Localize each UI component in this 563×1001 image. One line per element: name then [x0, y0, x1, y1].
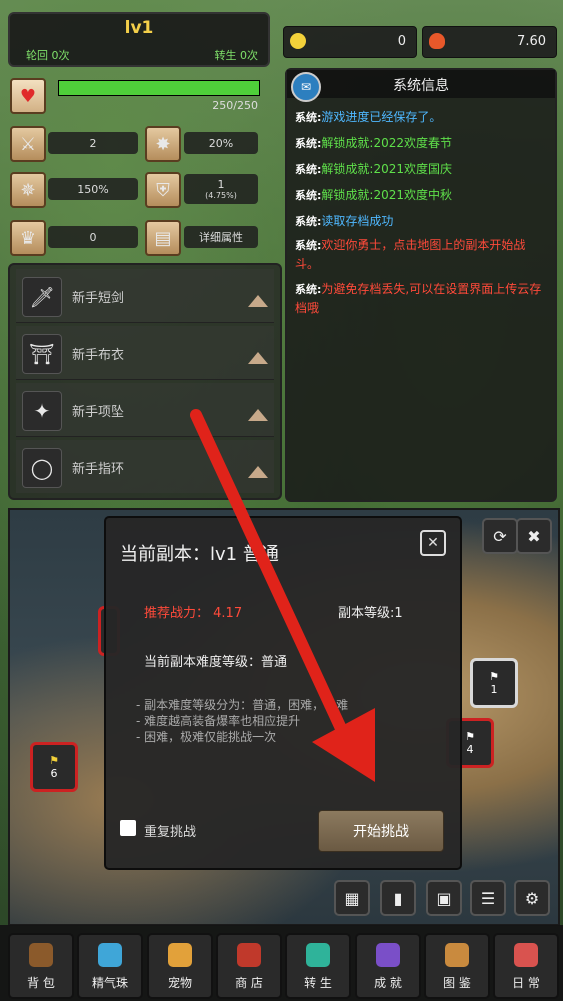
reincarnation-count: 轮回 0次: [26, 49, 70, 62]
upgrade-arrow-icon[interactable]: [248, 466, 268, 478]
armor-icon: ⛩: [22, 334, 62, 374]
sliders-icon[interactable]: ☰: [470, 880, 506, 916]
nav-shop[interactable]: 商 店: [216, 933, 282, 999]
dungeon-level: 副本等级:1: [338, 606, 403, 621]
crit-damage-value: 150%: [48, 178, 138, 200]
dungeon-dialog: 当前副本：lv1 普通 ✕ 推荐战力： 4.17 副本等级:1 当前副本难度等级…: [104, 516, 462, 870]
note-line: - 副本难度等级分为：普通，困难，极难: [136, 698, 349, 712]
rebirth-icon: [306, 943, 330, 967]
upgrade-arrow-icon[interactable]: [248, 295, 268, 307]
luck-icon[interactable]: ♛: [10, 220, 46, 256]
repeat-label: 重复挑战: [144, 825, 197, 840]
pendant-icon: ✦: [22, 391, 62, 431]
note-line: - 困难，极难仅能挑战一次: [136, 730, 277, 744]
recommended-power: 推荐战力： 4.17: [144, 606, 243, 621]
equipment-name: 新手指环: [72, 462, 125, 477]
fire-bar: 7.60: [422, 26, 557, 58]
difficulty-text: 当前副本难度等级：普通: [144, 655, 288, 670]
crit-damage-icon[interactable]: ✵: [10, 172, 46, 208]
system-message: 系统:游戏进度已经保存了。: [295, 110, 442, 124]
note-line: - 难度越高装备爆率也相应提升: [136, 714, 301, 728]
book-icon[interactable]: ▤: [145, 220, 181, 256]
equipment-slot-weapon[interactable]: 🗡 新手短剑: [16, 269, 274, 323]
hp-text: 250/250: [212, 99, 258, 112]
heart-icon: ♥: [10, 78, 46, 114]
crit-value: 20%: [184, 132, 258, 154]
equipment-slot-armor[interactable]: ⛩ 新手布衣: [16, 326, 274, 380]
system-message: 系统:欢迎你勇士，点击地图上的副本开始战斗。: [295, 238, 526, 271]
defense-value: 1 (4.75%): [184, 174, 258, 204]
upgrade-arrow-icon[interactable]: [248, 409, 268, 421]
flag-icon: ⚑: [49, 754, 59, 767]
repeat-checkbox[interactable]: [120, 820, 136, 836]
gold-bar: 0: [283, 26, 417, 58]
defense-main: 1: [217, 178, 225, 191]
level-panel: lv1 轮回 0次 转生 0次: [8, 12, 270, 67]
hp-fill: [59, 81, 259, 95]
system-info-title: 系统信息: [393, 78, 449, 94]
system-message: 系统:解锁成就:2021欢度中秋: [295, 188, 452, 202]
coin-icon: [290, 33, 306, 49]
nav-daily[interactable]: 日 常: [493, 933, 559, 999]
gold-value: 0: [397, 34, 406, 49]
equipment-slot-ring[interactable]: ◯ 新手指环: [16, 440, 274, 493]
defense-percent: (4.75%): [205, 191, 237, 200]
equipment-slot-pendant[interactable]: ✦ 新手项坠: [16, 383, 274, 437]
system-message: 系统:读取存档成功: [295, 214, 394, 228]
daily-icon: [514, 943, 538, 967]
nav-bag[interactable]: 背 包: [8, 933, 74, 999]
nav-pet[interactable]: 宠物: [147, 933, 213, 999]
system-message: 系统:解锁成就:2021欢度国庆: [295, 162, 452, 176]
orb-icon: [98, 943, 122, 967]
system-info-panel: ✉ 系统信息 系统:游戏进度已经保存了。 系统:解锁成就:2022欢度春节 系统…: [285, 68, 557, 502]
achievement-icon: [376, 943, 400, 967]
rebirth-count: 转生 0次: [214, 49, 259, 62]
gear-icon[interactable]: ⚙: [514, 880, 550, 916]
equipment-name: 新手项坠: [72, 405, 125, 420]
level-title: lv1: [124, 18, 154, 38]
nav-rebirth[interactable]: 转 生: [285, 933, 351, 999]
equipment-name: 新手短剑: [72, 291, 125, 306]
shop-icon: [237, 943, 261, 967]
detail-attributes-button[interactable]: 详细属性: [184, 226, 258, 248]
close-icon[interactable]: ✕: [420, 530, 446, 556]
sword-icon: 🗡: [22, 277, 62, 317]
crit-icon[interactable]: ✸: [145, 126, 181, 162]
system-message: 系统:为避免存档丢失,可以在设置界面上传云存档哦: [295, 282, 542, 315]
dialog-title: 当前副本：lv1 普通: [120, 544, 279, 565]
equipment-panel: 🗡 新手短剑 ⛩ 新手布衣 ✦ 新手项坠 ◯ 新手指环: [8, 263, 282, 500]
shield-icon[interactable]: ⛨: [145, 172, 181, 208]
map-icon[interactable]: ▦: [334, 880, 370, 916]
pet-icon: [168, 943, 192, 967]
flag-icon: ⚑: [489, 670, 499, 683]
equipment-name: 新手布衣: [72, 348, 125, 363]
bottom-nav: 背 包 精气珠 宠物 商 店 转 生 成 就 图 鉴 日 常: [0, 925, 563, 1001]
system-info-header: ✉ 系统信息: [287, 70, 555, 102]
bag-icon: [29, 943, 53, 967]
luck-value: 0: [48, 226, 138, 248]
nav-codex[interactable]: 图 鉴: [424, 933, 490, 999]
start-challenge-button[interactable]: 开始挑战: [318, 810, 444, 852]
map-node-1[interactable]: ⚑ 1: [470, 658, 518, 708]
fire-icon: [429, 33, 445, 49]
refresh-icon[interactable]: ⟳: [482, 518, 518, 554]
ring-icon: ◯: [22, 448, 62, 488]
attack-value: 2: [48, 132, 138, 154]
flag-icon: ⚑: [465, 730, 475, 743]
close-map-icon[interactable]: ✖: [516, 518, 552, 554]
nav-achievement[interactable]: 成 就: [355, 933, 421, 999]
hp-bar: [58, 80, 260, 96]
attack-icon[interactable]: ⚔: [10, 126, 46, 162]
bookmark-icon[interactable]: ▣: [426, 880, 462, 916]
map-node-6[interactable]: ⚑ 6: [30, 742, 78, 792]
nav-orb[interactable]: 精气珠: [77, 933, 143, 999]
fire-value: 7.60: [517, 34, 546, 49]
stats-chart-icon[interactable]: ▮: [380, 880, 416, 916]
upgrade-arrow-icon[interactable]: [248, 352, 268, 364]
system-message: 系统:解锁成就:2022欢度春节: [295, 136, 452, 150]
codex-icon: [445, 943, 469, 967]
